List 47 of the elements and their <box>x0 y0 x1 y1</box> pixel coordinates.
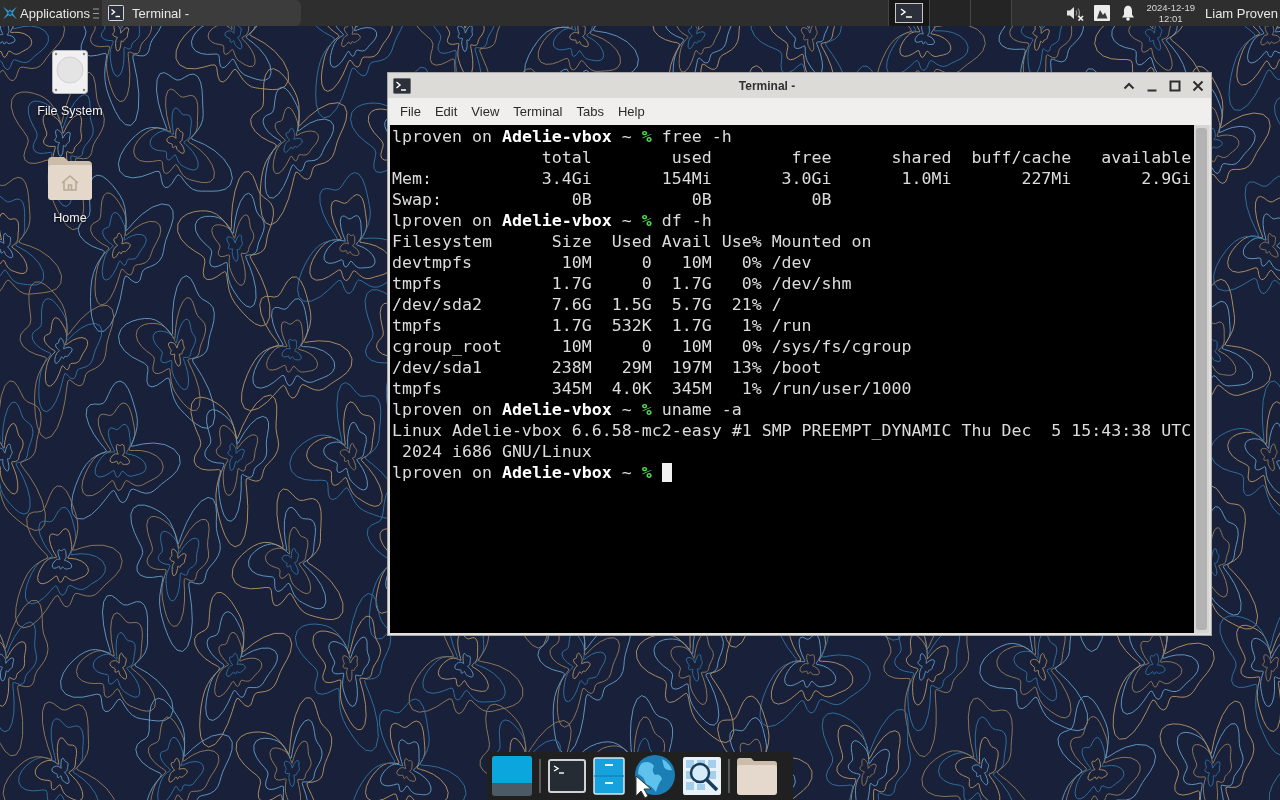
maximize-icon[interactable] <box>1169 79 1181 92</box>
menu-item[interactable]: Help <box>610 102 652 121</box>
file-cabinet-icon[interactable] <box>593 757 625 795</box>
output-line: /dev/sda1 238M 29M 197M 13% /boot <box>392 357 822 378</box>
taskbar-button[interactable]: Terminal - <box>102 0 302 26</box>
prompt-line: lproven on Adelie-vbox ~ % df -h <box>392 210 712 231</box>
prompt-line: lproven on Adelie-vbox ~ % uname -a <box>392 399 742 420</box>
home-folder-icon[interactable] <box>47 155 93 201</box>
user-name-button[interactable]: Liam Proven <box>1205 5 1280 21</box>
output-line: devtmpfs 10M 0 10M 0% /dev <box>392 252 812 273</box>
folder-icon[interactable] <box>737 757 777 795</box>
menu-item[interactable]: Terminal <box>506 102 570 121</box>
cross-logo-icon <box>2 5 18 21</box>
volume-muted-icon[interactable] <box>1066 5 1085 21</box>
menu-item[interactable]: Edit <box>427 102 465 121</box>
output-line: cgroup_root 10M 0 10M 0% /sys/fs/cgroup <box>392 336 912 357</box>
output-line: Mem: 3.4Gi 154Mi 3.0Gi 1.0Mi 227Mi 2.9Gi <box>392 168 1192 189</box>
applications-menu-button[interactable]: Applications <box>2 0 91 26</box>
output-line: tmpfs 1.7G 0 1.7G 0% /dev/shm <box>392 273 852 294</box>
desktop-icon-label[interactable]: Home <box>53 211 87 226</box>
terminal-icon <box>108 5 125 21</box>
output-line: Linux Adelie-vbox 6.6.58-mc2-easy #1 SMP PREEMPT_DYNAMIC Thu Dec 5 15:43:38 UTC <box>392 420 1192 441</box>
window-title: Terminal - <box>738 78 796 93</box>
output-line: total used free shared buff/cache available <box>540 147 1192 168</box>
prompt-line: lproven on Adelie-vbox ~ % <box>392 462 653 483</box>
close-icon[interactable] <box>1192 79 1204 92</box>
output-line: Filesystem Size Used Avail Use% Mounted on <box>392 231 872 252</box>
grip-icon <box>93 7 100 19</box>
prompt-line: lproven on Adelie-vbox ~ % free -h <box>392 126 732 147</box>
display-icon[interactable] <box>492 756 532 796</box>
output-line: 2024 i686 GNU/Linux <box>401 441 592 462</box>
menu-item[interactable]: File <box>393 102 428 121</box>
output-line: tmpfs 1.7G 532K 1.7G 1% /run <box>392 315 812 336</box>
terminal-icon[interactable] <box>393 77 411 94</box>
clock-date: 2024-12-19 <box>1146 2 1195 13</box>
output-line: tmpfs 345M 4.0K 345M 1% /run/user/1000 <box>392 378 912 399</box>
magnifier-icon[interactable] <box>683 757 721 795</box>
desktop-icon-label[interactable]: File System <box>37 104 103 119</box>
bell-icon[interactable] <box>1121 5 1136 21</box>
menu-item[interactable]: Tabs <box>569 102 611 121</box>
workspace-button[interactable] <box>888 0 930 26</box>
output-line: /dev/sda2 7.6G 1.5G 5.7G 21% / <box>392 294 782 315</box>
output-line: Swap: 0B 0B 0B <box>392 189 832 210</box>
clock-time: 12:01 <box>1158 13 1183 24</box>
globe-icon[interactable] <box>632 754 676 798</box>
menu-item[interactable]: View <box>464 102 507 121</box>
image-icon[interactable] <box>1094 5 1111 21</box>
